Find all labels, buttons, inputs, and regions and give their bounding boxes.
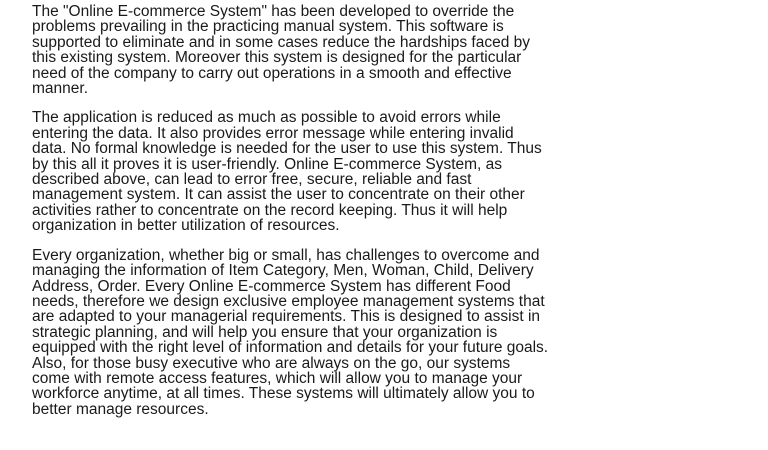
text-line: activities rather to concentrate on the …: [32, 201, 508, 219]
text-line: by this all it proves it is user-friendl…: [32, 155, 503, 173]
paragraph-application: The application is reduced as much as po…: [32, 109, 740, 235]
paragraph-intro: The "Online E-commerce System" has been …: [32, 3, 740, 98]
text-line: this existing system. Moreover this syst…: [32, 49, 522, 67]
text-line: come with remote access features, which …: [32, 369, 523, 387]
text-line: workforce anytime, at all times. These s…: [32, 385, 535, 403]
text-line: need of the company to carry out operati…: [32, 64, 512, 82]
text-line: equipped with the right level of informa…: [32, 339, 549, 357]
document-body: The "Online E-commerce System" has been …: [32, 4, 740, 431]
text-line: are adapted to your managerial requireme…: [32, 308, 541, 326]
text-line: better manage resources.: [32, 400, 209, 418]
text-line: strategic planning, and will help you en…: [32, 323, 498, 341]
text-line: needs, therefore we design exclusive emp…: [32, 292, 545, 310]
text-line: described above, can lead to error free,…: [32, 171, 472, 189]
text-line: Every organization, whether big or small…: [32, 246, 540, 264]
text-line: Also, for those busy executive who are a…: [32, 354, 511, 372]
text-line: manner.: [32, 80, 89, 98]
text-line: entering the data. It also provides erro…: [32, 124, 514, 142]
text-line: organization in better utilization of re…: [32, 217, 340, 235]
paragraph-organization: Every organization, whether big or small…: [32, 246, 740, 418]
text-line: Address, Order. Every Online E-commerce …: [32, 277, 511, 295]
text-line: The application is reduced as much as po…: [32, 109, 501, 127]
text-line: data. No formal knowledge is needed for …: [32, 140, 542, 158]
text-line: management system. It can assist the use…: [32, 186, 525, 204]
text-line: managing the information of Item Categor…: [32, 262, 534, 280]
text-line: supported to eliminate and in some cases…: [32, 33, 531, 51]
text-line: problems prevailing in the practicing ma…: [32, 18, 504, 36]
text-line: The "Online E-commerce System" has been …: [32, 3, 515, 20]
